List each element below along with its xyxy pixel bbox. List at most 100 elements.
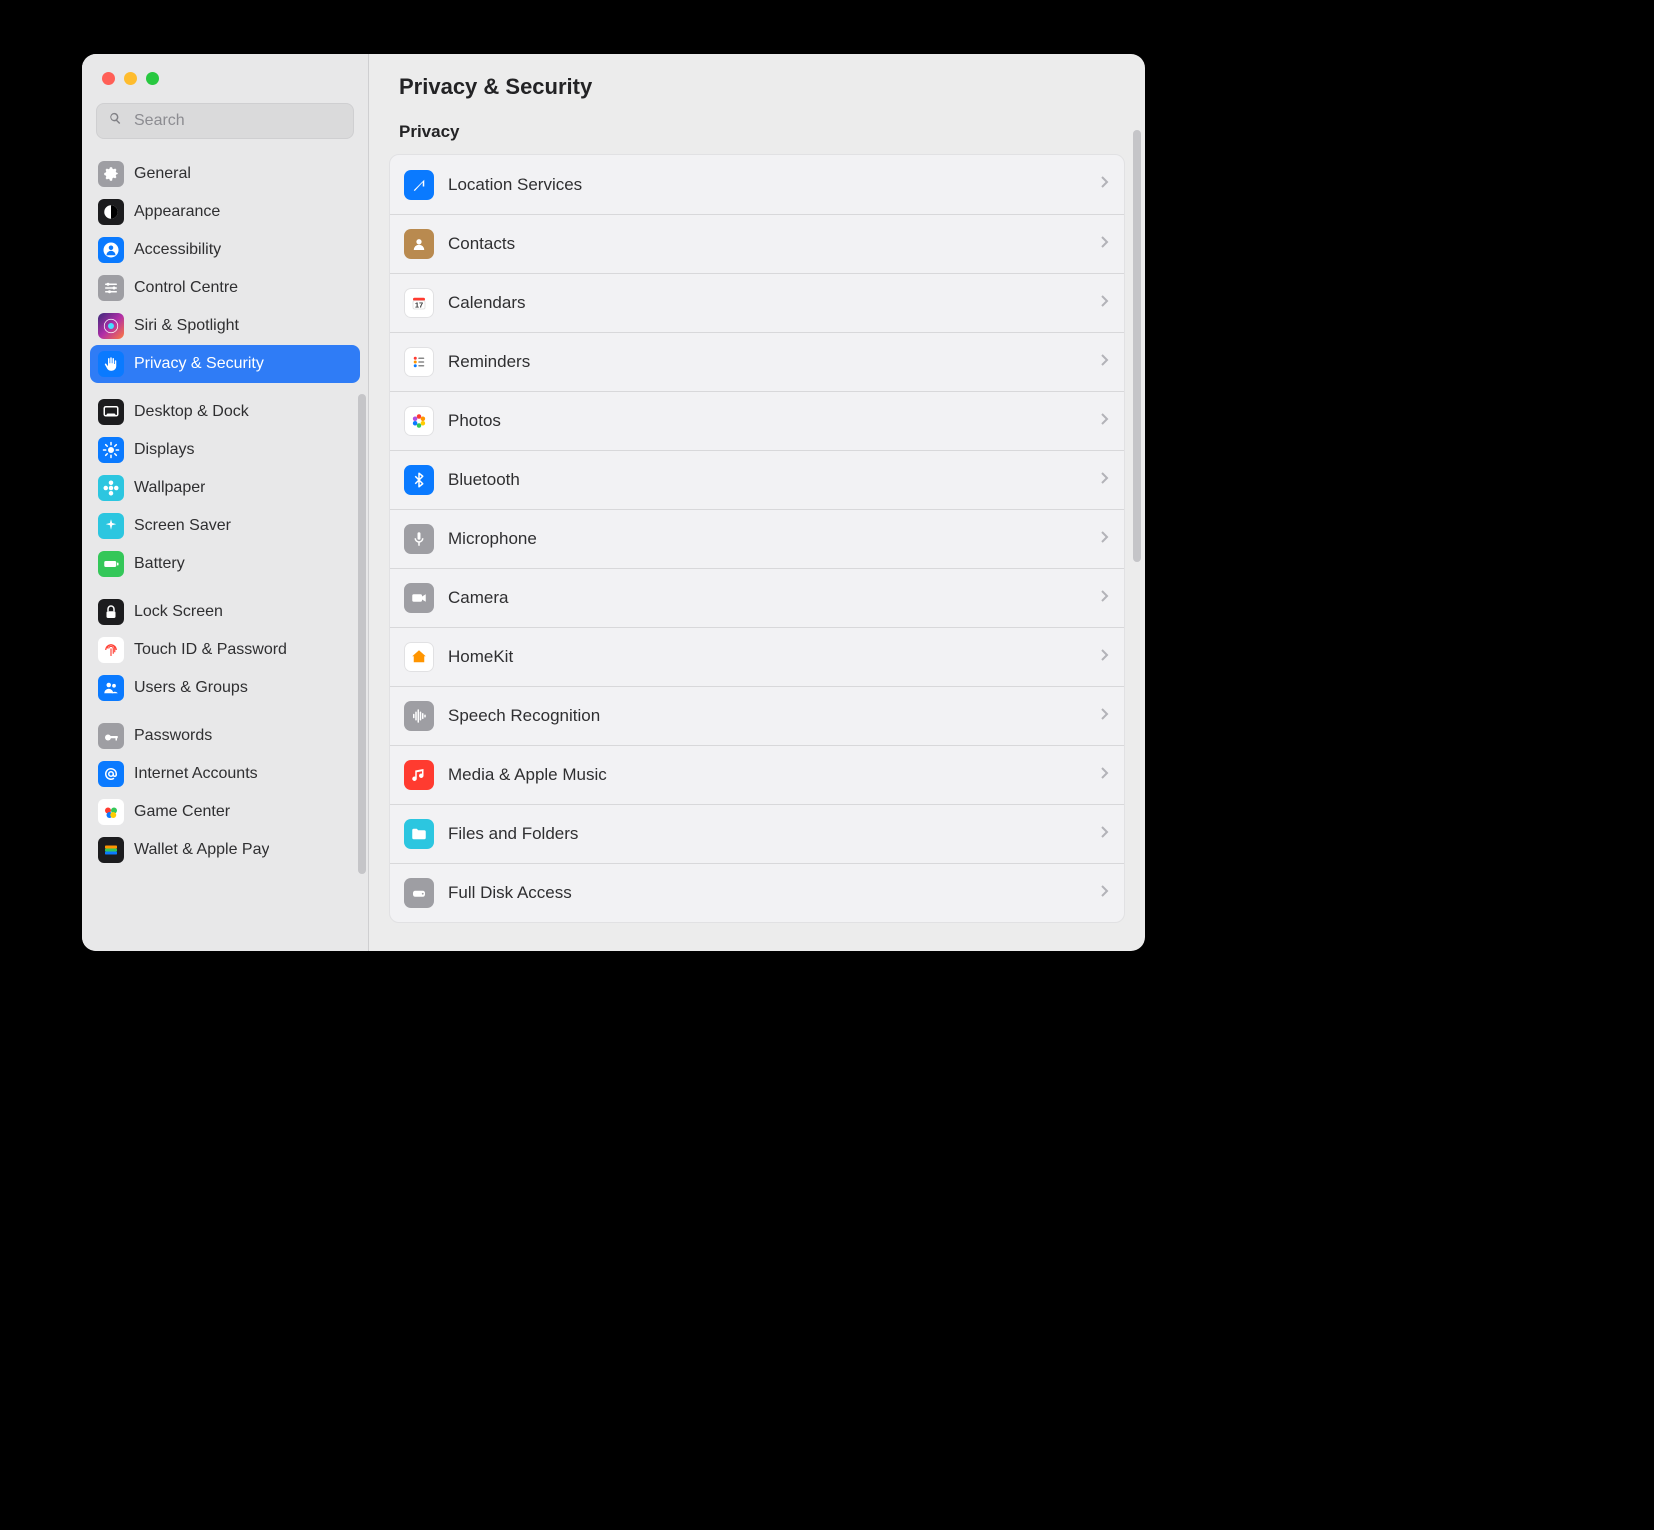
sidebar-item-control-centre[interactable]: Control Centre	[90, 269, 360, 307]
sidebar-item-appearance[interactable]: Appearance	[90, 193, 360, 231]
sidebar-item-screen-saver[interactable]: Screen Saver	[90, 507, 360, 545]
sidebar-item-displays[interactable]: Displays	[90, 431, 360, 469]
privacy-row-microphone[interactable]: Microphone	[390, 509, 1124, 568]
internet-acc-icon	[98, 761, 124, 787]
privacy-row-calendars[interactable]: 17Calendars	[390, 273, 1124, 332]
privacy-row-label: Full Disk Access	[448, 883, 1086, 903]
appearance-icon	[98, 199, 124, 225]
files-icon	[404, 819, 434, 849]
chevron-right-icon	[1100, 353, 1110, 372]
close-window-button[interactable]	[102, 72, 115, 85]
privacy-security-icon	[98, 351, 124, 377]
sidebar-item-label: Touch ID & Password	[134, 641, 287, 659]
bluetooth-icon	[404, 465, 434, 495]
desktop-dock-icon	[98, 399, 124, 425]
privacy-row-label: Calendars	[448, 293, 1086, 313]
sidebar-item-label: Battery	[134, 555, 185, 573]
privacy-row-photos[interactable]: Photos	[390, 391, 1124, 450]
displays-icon	[98, 437, 124, 463]
privacy-row-full-disk[interactable]: Full Disk Access	[390, 863, 1124, 922]
sidebar-item-label: Siri & Spotlight	[134, 317, 239, 335]
sidebar-item-lock-screen[interactable]: Lock Screen	[90, 593, 360, 631]
sidebar-item-label: Wallet & Apple Pay	[134, 841, 269, 859]
sidebar-item-desktop-dock[interactable]: Desktop & Dock	[90, 393, 360, 431]
privacy-row-label: Bluetooth	[448, 470, 1086, 490]
minimize-window-button[interactable]	[124, 72, 137, 85]
section-label-privacy: Privacy	[369, 108, 1145, 150]
contacts-icon	[404, 229, 434, 259]
users-groups-icon	[98, 675, 124, 701]
chevron-right-icon	[1100, 766, 1110, 785]
sidebar-item-wallet[interactable]: Wallet & Apple Pay	[90, 831, 360, 869]
reminders-icon	[404, 347, 434, 377]
privacy-row-media-music[interactable]: Media & Apple Music	[390, 745, 1124, 804]
chevron-right-icon	[1100, 175, 1110, 194]
zoom-window-button[interactable]	[146, 72, 159, 85]
privacy-row-label: Media & Apple Music	[448, 765, 1086, 785]
general-icon	[98, 161, 124, 187]
sidebar-item-privacy-security[interactable]: Privacy & Security	[90, 345, 360, 383]
search-field[interactable]	[96, 103, 354, 139]
sidebar-item-label: Screen Saver	[134, 517, 231, 535]
sidebar-item-label: Wallpaper	[134, 479, 205, 497]
accessibility-icon	[98, 237, 124, 263]
sidebar-item-accessibility[interactable]: Accessibility	[90, 231, 360, 269]
sidebar-nav: GeneralAppearance Accessibility Control Ce…	[82, 149, 368, 951]
sidebar-item-general[interactable]: General	[90, 155, 360, 193]
privacy-row-label: Microphone	[448, 529, 1086, 549]
privacy-row-camera[interactable]: Camera	[390, 568, 1124, 627]
window-controls	[82, 54, 368, 85]
search-icon	[107, 110, 124, 132]
wallpaper-icon	[98, 475, 124, 501]
sidebar-scrollbar[interactable]	[358, 394, 366, 874]
sidebar-item-label: Internet Accounts	[134, 765, 258, 783]
sidebar-item-label: Users & Groups	[134, 679, 248, 697]
full-disk-icon	[404, 878, 434, 908]
sidebar-item-wallpaper[interactable]: Wallpaper	[90, 469, 360, 507]
privacy-row-location[interactable]: Location Services	[390, 155, 1124, 214]
game-center-icon	[98, 799, 124, 825]
chevron-right-icon	[1100, 648, 1110, 667]
chevron-right-icon	[1100, 589, 1110, 608]
chevron-right-icon	[1100, 707, 1110, 726]
privacy-panel: Location Services Contacts 17CalendarsRemi…	[389, 154, 1125, 923]
sidebar-item-internet-acc[interactable]: Internet Accounts	[90, 755, 360, 793]
content-pane: Privacy & Security Privacy Location Serv…	[369, 54, 1145, 951]
content-scrollbar[interactable]	[1133, 130, 1141, 562]
privacy-row-label: Location Services	[448, 175, 1086, 195]
media-music-icon	[404, 760, 434, 790]
touch-id-icon	[98, 637, 124, 663]
sidebar-item-touch-id[interactable]: Touch ID & Password	[90, 631, 360, 669]
chevron-right-icon	[1100, 471, 1110, 490]
camera-icon	[404, 583, 434, 613]
control-centre-icon	[98, 275, 124, 301]
sidebar-item-users-groups[interactable]: Users & Groups	[90, 669, 360, 707]
privacy-row-files[interactable]: Files and Folders	[390, 804, 1124, 863]
search-input[interactable]	[132, 111, 343, 131]
sidebar-item-label: Accessibility	[134, 241, 221, 259]
privacy-row-contacts[interactable]: Contacts	[390, 214, 1124, 273]
chevron-right-icon	[1100, 412, 1110, 431]
sidebar-item-siri-spotlight[interactable]: Siri & Spotlight	[90, 307, 360, 345]
sidebar-item-game-center[interactable]: Game Center	[90, 793, 360, 831]
sidebar-item-battery[interactable]: Battery	[90, 545, 360, 583]
privacy-row-bluetooth[interactable]: Bluetooth	[390, 450, 1124, 509]
sidebar-item-label: Lock Screen	[134, 603, 223, 621]
privacy-row-speech[interactable]: Speech Recognition	[390, 686, 1124, 745]
chevron-right-icon	[1100, 825, 1110, 844]
battery-icon	[98, 551, 124, 577]
chevron-right-icon	[1100, 235, 1110, 254]
privacy-row-label: Contacts	[448, 234, 1086, 254]
sidebar-item-passwords[interactable]: Passwords	[90, 717, 360, 755]
lock-screen-icon	[98, 599, 124, 625]
privacy-row-label: Speech Recognition	[448, 706, 1086, 726]
location-icon	[404, 170, 434, 200]
sidebar-item-label: Control Centre	[134, 279, 238, 297]
settings-window: GeneralAppearance Accessibility Control Ce…	[82, 54, 1145, 951]
privacy-row-homekit[interactable]: HomeKit	[390, 627, 1124, 686]
microphone-icon	[404, 524, 434, 554]
chevron-right-icon	[1100, 294, 1110, 313]
sidebar-item-label: Privacy & Security	[134, 355, 264, 373]
privacy-row-reminders[interactable]: Reminders	[390, 332, 1124, 391]
privacy-row-label: Files and Folders	[448, 824, 1086, 844]
